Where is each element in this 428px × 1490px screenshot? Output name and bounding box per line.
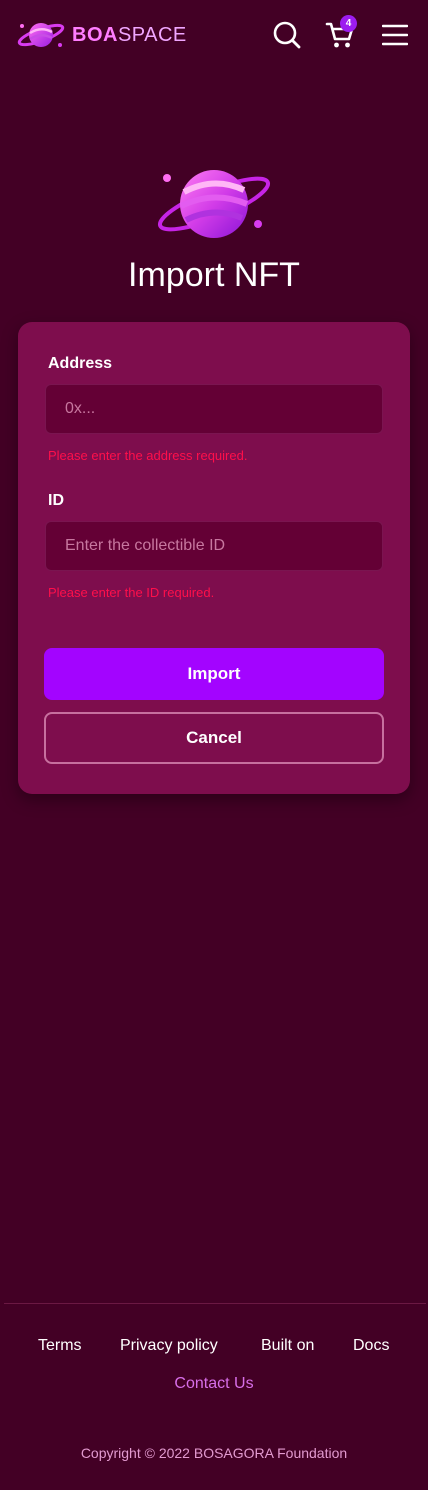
id-input[interactable] xyxy=(45,521,383,571)
address-label: Address xyxy=(48,355,113,372)
address-input[interactable] xyxy=(45,384,383,434)
address-error: Please enter the address required. xyxy=(48,448,248,463)
logo-planet-icon xyxy=(16,18,66,52)
copyright-text: Copyright © 2022 BOSAGORA Foundation xyxy=(80,1445,348,1461)
logo-wordmark: BOASPACE xyxy=(72,23,187,46)
footer-link-contact[interactable]: Contact Us xyxy=(0,1375,428,1393)
footer-link-privacy[interactable]: Privacy policy xyxy=(120,1337,218,1355)
footer-divider xyxy=(4,1303,426,1304)
footer-link-docs[interactable]: Docs xyxy=(353,1337,389,1355)
planet-icon xyxy=(154,166,274,249)
search-icon[interactable] xyxy=(272,20,302,55)
menu-icon[interactable] xyxy=(381,24,409,51)
import-form-card: Address Please enter the address require… xyxy=(18,322,410,794)
footer-link-built-on[interactable]: Built on xyxy=(261,1337,314,1355)
page-title: Import NFT xyxy=(128,256,300,294)
id-error: Please enter the ID required. xyxy=(48,585,215,600)
id-label: ID xyxy=(48,492,64,509)
footer-link-terms[interactable]: Terms xyxy=(38,1337,82,1355)
logo-link[interactable]: BOASPACE xyxy=(16,18,187,52)
site-header: BOASPACE 4 xyxy=(0,0,428,70)
cancel-button[interactable]: Cancel xyxy=(44,712,384,764)
cart-count-badge: 4 xyxy=(340,15,357,32)
import-button[interactable]: Import xyxy=(44,648,384,700)
